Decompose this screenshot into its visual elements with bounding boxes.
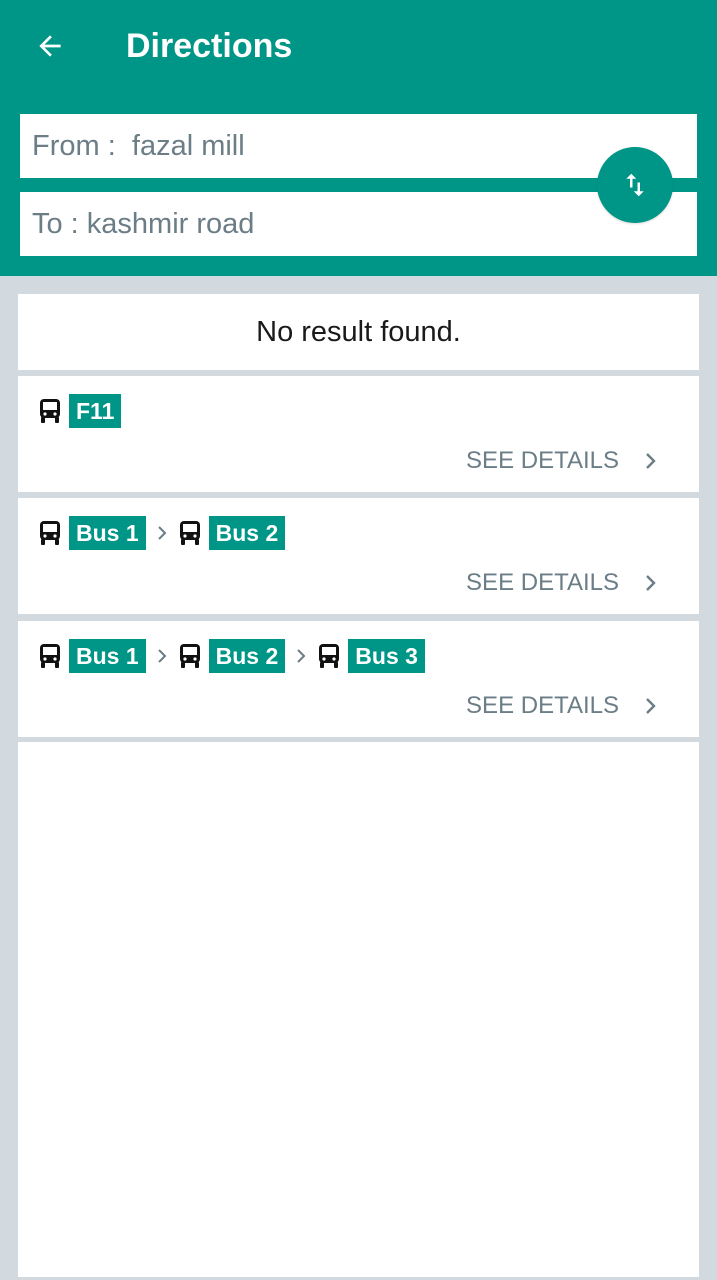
see-details-button[interactable]: SEE DETAILS — [466, 568, 661, 598]
swap-button[interactable] — [597, 147, 673, 223]
from-field[interactable] — [20, 114, 697, 178]
chevron-right-icon — [146, 639, 178, 673]
bus-icon — [178, 519, 202, 547]
back-button[interactable] — [26, 22, 74, 70]
route-card[interactable]: Bus 1 Bus 2 Bus 3 SEE DETAILS — [18, 621, 699, 737]
see-details-label: SEE DETAILS — [466, 692, 619, 719]
to-field[interactable] — [20, 192, 697, 256]
route-legs: Bus 1 Bus 2 — [38, 516, 286, 550]
chevron-right-icon — [641, 694, 661, 718]
app-bar: Directions — [0, 0, 717, 276]
route-legs: Bus 1 Bus 2 Bus 3 — [38, 639, 425, 673]
chevron-right-icon — [285, 639, 317, 673]
bus-icon — [178, 642, 202, 670]
swap-vertical-icon — [626, 173, 644, 197]
empty-results-area — [18, 742, 699, 1277]
route-card[interactable]: Bus 1 Bus 2 SEE DETAILS — [18, 498, 699, 614]
to-input[interactable] — [32, 207, 592, 241]
no-result-card: No result found. — [18, 294, 699, 370]
bus-icon — [317, 642, 341, 670]
route-badge: Bus 3 — [348, 639, 425, 673]
see-details-label: SEE DETAILS — [466, 569, 619, 596]
route-badge: Bus 2 — [208, 639, 286, 673]
route-badge: F11 — [69, 394, 122, 428]
from-input[interactable] — [32, 129, 592, 163]
chevron-right-icon — [146, 516, 178, 550]
route-legs: F11 — [38, 394, 122, 428]
route-badge: Bus 1 — [69, 516, 146, 550]
bus-icon — [38, 397, 62, 425]
chevron-right-icon — [641, 449, 661, 473]
route-badge: Bus 2 — [208, 516, 286, 550]
route-badge: Bus 1 — [69, 639, 146, 673]
see-details-button[interactable]: SEE DETAILS — [466, 691, 661, 721]
chevron-right-icon — [641, 571, 661, 595]
arrow-left-icon — [39, 35, 61, 57]
route-card[interactable]: F11 SEE DETAILS — [18, 376, 699, 492]
see-details-button[interactable]: SEE DETAILS — [466, 446, 661, 476]
bus-icon — [38, 642, 62, 670]
page-title: Directions — [126, 27, 293, 65]
see-details-label: SEE DETAILS — [466, 447, 619, 474]
no-result-message: No result found. — [256, 315, 461, 348]
bus-icon — [38, 519, 62, 547]
